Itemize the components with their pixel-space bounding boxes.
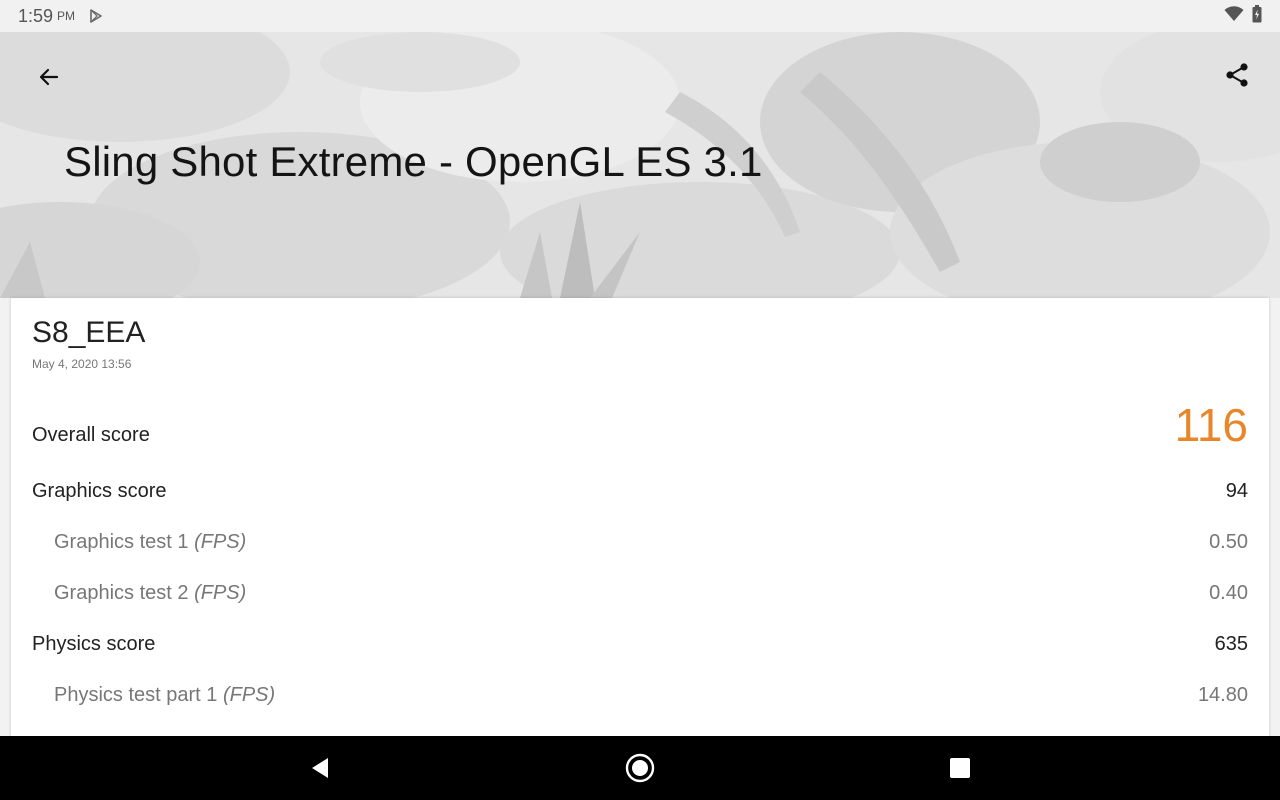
nav-recents-button[interactable] <box>942 750 978 786</box>
physics-score-value: 635 <box>1214 633 1248 655</box>
nav-back-button[interactable] <box>302 750 338 786</box>
overall-score-value: 116 <box>1174 399 1248 451</box>
status-time: 1:59 <box>18 5 54 26</box>
physics-test-1-unit: (FPS) <box>222 684 276 706</box>
wifi-icon <box>1224 5 1244 27</box>
graphics-test-1-unit: (FPS) <box>194 531 247 553</box>
physics-score-label: Physics score <box>32 633 156 655</box>
page-title: Sling Shot Extreme - OpenGL ES 3.1 <box>64 138 763 185</box>
graphics-test-1-name: Graphics test 1 <box>54 531 189 553</box>
nav-recents-icon <box>950 758 970 778</box>
graphics-test-2-name: Graphics test 2 <box>54 582 189 604</box>
status-ampm: PM <box>57 9 76 23</box>
physics-score-row: Physics score 635 <box>11 631 1269 671</box>
graphics-test-2-value: 0.40 <box>1209 582 1248 604</box>
result-date: May 4, 2020 13:56 <box>32 357 132 371</box>
graphics-score-value: 94 <box>1225 480 1248 502</box>
device-name: S8_EEA <box>32 316 146 349</box>
system-nav-bar <box>0 736 1280 800</box>
play-store-icon <box>89 9 103 23</box>
back-button[interactable] <box>30 58 68 96</box>
graphics-test-2-label: Graphics test 2 (FPS) <box>54 582 246 605</box>
physics-test-1-row: Physics test part 1 (FPS) 14.80 <box>11 682 1269 722</box>
nav-home-button[interactable] <box>622 750 658 786</box>
graphics-test-2-unit: (FPS) <box>194 582 247 604</box>
app-screen: 1:59 PM Sling Shot Extreme - OpenGL ES 3… <box>0 0 1280 800</box>
back-arrow-icon <box>39 68 59 86</box>
graphics-test-1-row: Graphics test 1 (FPS) 0.50 <box>11 529 1269 569</box>
battery-icon <box>1252 4 1262 28</box>
nav-home-icon <box>625 753 655 783</box>
header-banner: Sling Shot Extreme - OpenGL ES 3.1 <box>0 32 1280 298</box>
share-icon <box>1226 63 1248 87</box>
physics-test-1-name: Physics test part 1 <box>54 684 218 706</box>
share-button[interactable] <box>1218 56 1256 94</box>
status-bar: 1:59 PM <box>0 0 1280 32</box>
physics-test-1-label: Physics test part 1 (FPS) <box>54 684 275 707</box>
graphics-test-1-label: Graphics test 1 (FPS) <box>54 531 246 554</box>
nav-back-icon <box>312 758 328 778</box>
overall-score-label: Overall score <box>32 424 150 446</box>
graphics-score-row: Graphics score 94 <box>11 478 1269 518</box>
graphics-test-2-row: Graphics test 2 (FPS) 0.40 <box>11 580 1269 620</box>
overall-score-row: Overall score <box>11 422 1269 462</box>
graphics-test-1-value: 0.50 <box>1209 531 1248 553</box>
result-card: S8_EEA May 4, 2020 13:56 Overall score 1… <box>11 298 1269 758</box>
graphics-score-label: Graphics score <box>32 480 167 502</box>
physics-test-1-value: 14.80 <box>1197 684 1248 706</box>
